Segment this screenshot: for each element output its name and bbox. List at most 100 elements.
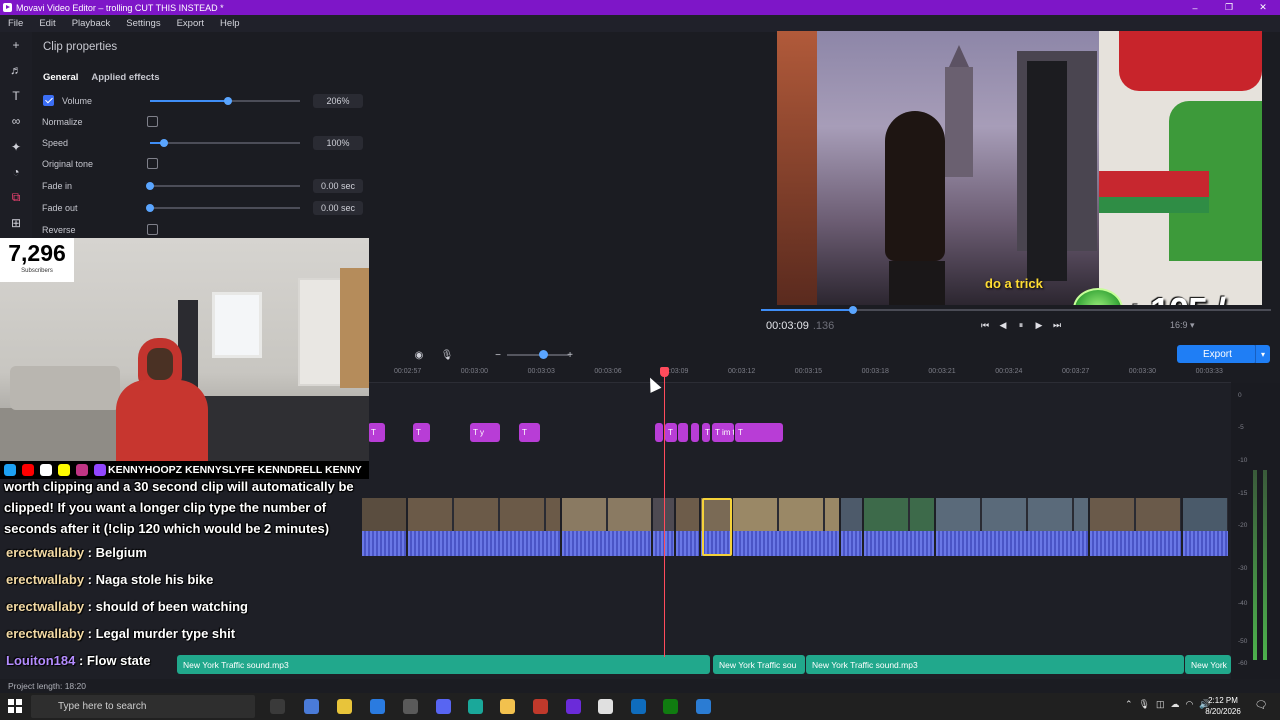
video-clip[interactable] bbox=[362, 498, 408, 531]
playhead[interactable] bbox=[664, 369, 665, 657]
music-clip[interactable]: New York Traffic sound.mp3 bbox=[177, 655, 710, 674]
fade-out-slider[interactable] bbox=[146, 204, 300, 212]
capcut-icon[interactable] bbox=[468, 699, 483, 714]
speed-value[interactable]: 100% bbox=[313, 136, 363, 150]
title-clip[interactable] bbox=[655, 423, 663, 442]
tray-wifi-icon[interactable]: ◠ bbox=[1186, 699, 1194, 710]
fade-in-slider-handle[interactable] bbox=[146, 182, 154, 190]
title-clip[interactable]: T bbox=[702, 423, 710, 442]
title-clip[interactable]: T bbox=[735, 423, 783, 442]
music-clip[interactable]: New York Traffic sou bbox=[713, 655, 805, 674]
obs-icon[interactable] bbox=[403, 699, 418, 714]
audio-waveform-clip[interactable] bbox=[936, 531, 1090, 556]
menu-file[interactable]: File bbox=[0, 18, 31, 29]
zoom-in-icon[interactable]: + bbox=[563, 348, 577, 362]
capcut-2-icon[interactable] bbox=[598, 699, 613, 714]
title-clip[interactable]: T y bbox=[470, 423, 500, 442]
audio-waveform-clip[interactable] bbox=[733, 531, 841, 556]
tray-cloud-icon[interactable]: ☁ bbox=[1171, 699, 1180, 710]
video-clip[interactable] bbox=[676, 498, 701, 531]
video-clip[interactable] bbox=[936, 498, 1090, 531]
copilot-icon[interactable] bbox=[304, 699, 319, 714]
video-clip[interactable] bbox=[1090, 498, 1183, 531]
title-clip[interactable] bbox=[678, 423, 688, 442]
video-clip[interactable] bbox=[841, 498, 864, 531]
title-clip[interactable]: T bbox=[519, 423, 540, 442]
video-clip[interactable] bbox=[733, 498, 841, 531]
preview-progress-handle[interactable] bbox=[848, 306, 857, 314]
video-clip[interactable] bbox=[1183, 498, 1230, 531]
outlook-icon[interactable] bbox=[631, 699, 646, 714]
notifications-icon[interactable]: 🗨 bbox=[1254, 698, 1268, 712]
microphone-icon[interactable]: 🎙 bbox=[440, 348, 454, 362]
audio-waveform-clip[interactable] bbox=[1183, 531, 1230, 556]
transitions-icon[interactable]: ∞ bbox=[0, 109, 32, 135]
original-tone-checkbox[interactable] bbox=[147, 158, 158, 169]
fade-in-slider[interactable] bbox=[146, 182, 300, 190]
title-clip[interactable]: T bbox=[413, 423, 430, 442]
fade-out-value[interactable]: 0.00 sec bbox=[313, 201, 363, 215]
step-back-icon[interactable]: ◀ bbox=[996, 318, 1010, 332]
tab-applied-effects[interactable]: Applied effects bbox=[91, 72, 159, 83]
speed-slider[interactable] bbox=[150, 139, 300, 147]
volume-slider-handle[interactable] bbox=[224, 97, 232, 105]
video-clip[interactable] bbox=[562, 498, 653, 531]
windows-start-icon[interactable] bbox=[8, 699, 22, 713]
taskbar-search[interactable]: Type here to search bbox=[31, 695, 255, 718]
audio-waveform-clip[interactable] bbox=[408, 531, 562, 556]
menu-export[interactable]: Export bbox=[169, 18, 212, 29]
step-forward-icon[interactable]: ▶ bbox=[1032, 318, 1046, 332]
zoom-slider-handle[interactable] bbox=[539, 350, 548, 359]
pause-icon[interactable]: ⏸ bbox=[1014, 318, 1028, 332]
voicemeeter-icon[interactable] bbox=[533, 699, 548, 714]
fade-out-slider-handle[interactable] bbox=[146, 204, 154, 212]
playhead-handle[interactable] bbox=[660, 367, 669, 377]
skip-end-icon[interactable]: ⏭ bbox=[1050, 318, 1064, 332]
title-clip[interactable]: T bbox=[665, 423, 677, 442]
tab-general[interactable]: General bbox=[43, 72, 78, 83]
zoom-out-icon[interactable]: − bbox=[491, 348, 505, 362]
audio-waveform-clip[interactable] bbox=[864, 531, 936, 556]
music-clip[interactable]: New York bbox=[1185, 655, 1231, 674]
magic-wand-icon[interactable]: ✦ bbox=[0, 134, 32, 160]
video-clip[interactable] bbox=[408, 498, 562, 531]
record-webcam-icon[interactable]: ◉ bbox=[412, 348, 426, 362]
menu-help[interactable]: Help bbox=[212, 18, 248, 29]
preview-progress-bar[interactable] bbox=[761, 306, 1271, 314]
video-clip[interactable] bbox=[864, 498, 936, 531]
tray-chevron-icon[interactable]: ⌃ bbox=[1125, 699, 1133, 710]
explorer-icon[interactable] bbox=[500, 699, 515, 714]
aspect-ratio-select[interactable]: 16:9 ▾ bbox=[1170, 320, 1195, 331]
skip-start-icon[interactable]: ⏮ bbox=[978, 318, 992, 332]
normalize-checkbox[interactable] bbox=[147, 116, 158, 127]
audio-waveform-clip[interactable] bbox=[841, 531, 864, 556]
clip-properties-icon[interactable]: ⧉ bbox=[0, 185, 32, 211]
movavi-icon[interactable] bbox=[566, 699, 581, 714]
taskbar-clock[interactable]: 2:12 PM 8/20/2026 bbox=[1198, 695, 1248, 717]
export-button[interactable]: Export bbox=[1177, 345, 1257, 363]
title-clip[interactable] bbox=[691, 423, 699, 442]
reverse-checkbox[interactable] bbox=[147, 224, 158, 235]
audio-waveform-clip[interactable] bbox=[1090, 531, 1183, 556]
discord-icon[interactable] bbox=[436, 699, 451, 714]
music-icon[interactable]: ♬ bbox=[0, 58, 32, 84]
speed-slider-handle[interactable] bbox=[159, 139, 168, 147]
audio-waveform-clip[interactable] bbox=[676, 531, 701, 556]
fade-in-value[interactable]: 0.00 sec bbox=[313, 179, 363, 193]
title-clip[interactable]: T bbox=[368, 423, 385, 442]
video-preview[interactable] bbox=[777, 31, 1262, 305]
zoom-slider[interactable] bbox=[507, 354, 569, 356]
xbox-icon[interactable] bbox=[663, 699, 678, 714]
restore-button[interactable]: ❐ bbox=[1212, 0, 1246, 15]
plus-icon[interactable]: + bbox=[0, 32, 32, 58]
volume-slider[interactable] bbox=[150, 97, 300, 105]
audio-waveform-clip[interactable] bbox=[562, 531, 653, 556]
volume-value[interactable]: 206% bbox=[313, 94, 363, 108]
store-icon[interactable] bbox=[370, 699, 385, 714]
music-clip[interactable]: New York Traffic sound.mp3 bbox=[806, 655, 1184, 674]
selected-clip[interactable] bbox=[702, 498, 732, 556]
more-tools-icon[interactable]: ⊞ bbox=[0, 211, 32, 237]
chrome-icon[interactable] bbox=[337, 699, 352, 714]
tray-network-icon[interactable]: ◫ bbox=[1156, 699, 1165, 710]
menu-settings[interactable]: Settings bbox=[118, 18, 168, 29]
